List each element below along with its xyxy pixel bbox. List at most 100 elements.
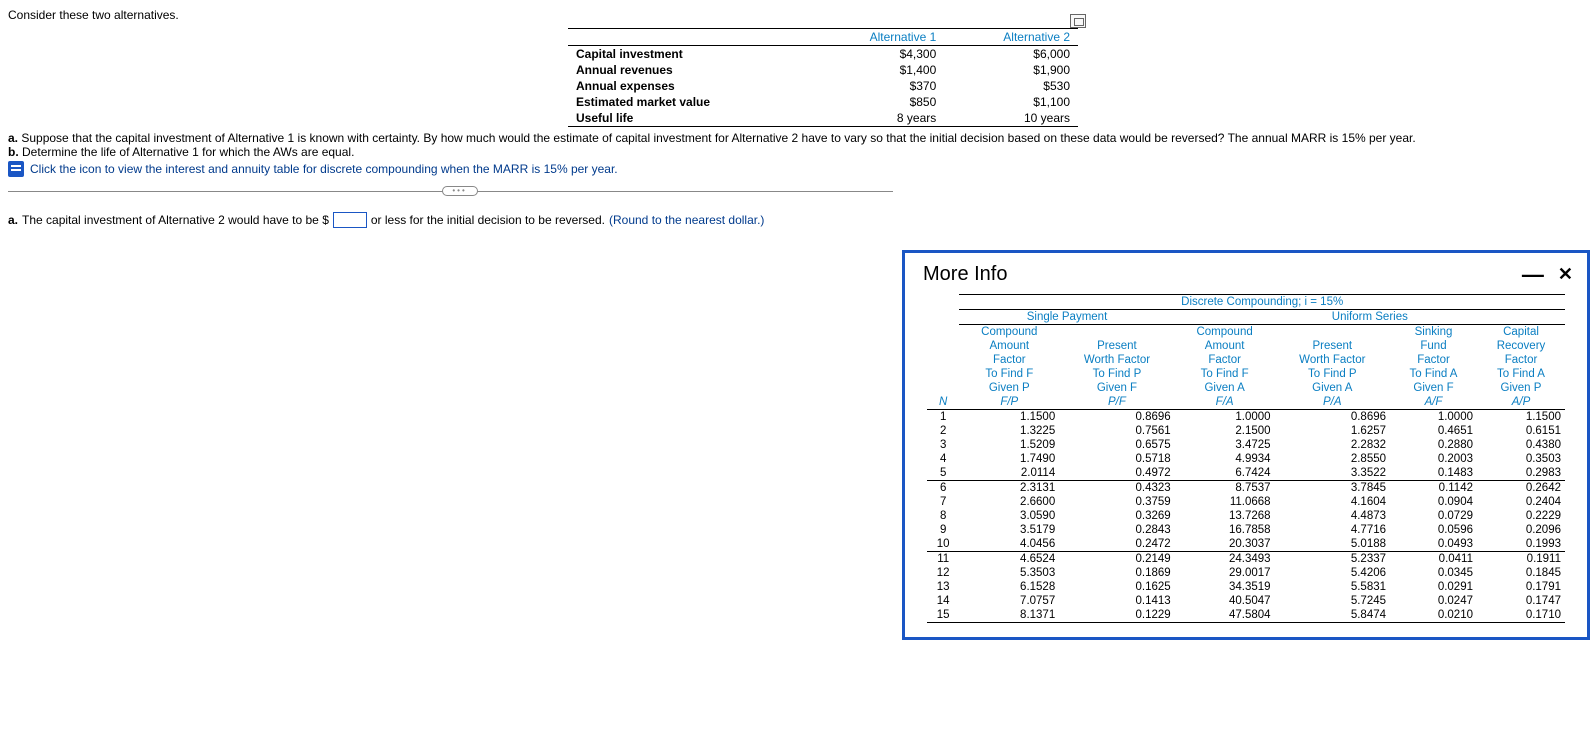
col-head: Amount [1175,339,1275,353]
col-head: Factor [1390,353,1477,367]
cell-value: 0.1845 [1477,566,1565,580]
cell-value: 11.0668 [1175,495,1275,509]
cell-value: 0.0493 [1390,537,1477,552]
col-head: Compound [959,325,1059,340]
col-head: To Find P [1275,367,1390,381]
cell-value: 0.0904 [1390,495,1477,509]
col-head: Amount [959,339,1059,353]
cell-value: 0.0210 [1390,608,1477,623]
cell-alt2: 10 years [944,110,1078,127]
cell-value: 0.5718 [1059,452,1174,466]
cell-value: 1.1500 [959,410,1059,425]
cell-value: 0.2472 [1059,537,1174,552]
row-label: Capital investment [568,46,811,63]
q-b-text: Determine the life of Alternative 1 for … [22,145,354,159]
close-icon[interactable]: ✕ [1558,264,1573,285]
cell-alt2: $6,000 [944,46,1078,63]
col-alt1: Alternative 1 [811,29,945,46]
cell-n: 7 [927,495,959,509]
cell-value: 0.3503 [1477,452,1565,466]
cell-n: 9 [927,523,959,537]
cell-value: 0.3269 [1059,509,1174,523]
cell-value: 2.0114 [959,466,1059,481]
popup-icon[interactable] [1070,14,1086,28]
cell-value: 0.2003 [1390,452,1477,466]
col-head: Compound [1175,325,1275,340]
cell-value: 29.0017 [1175,566,1275,580]
divider-handle-icon[interactable]: ••• [442,186,478,196]
cell-value: 0.8696 [1059,410,1174,425]
cell-value: 0.1993 [1477,537,1565,552]
alternatives-table-wrap: Alternative 1 Alternative 2 Capital inve… [568,28,1078,127]
section-divider: ••• [8,191,893,192]
cell-value: 0.6575 [1059,438,1174,452]
cell-value: 3.3522 [1275,466,1390,481]
group-single-payment: Single Payment [959,310,1174,325]
cell-value: 13.7268 [1175,509,1275,523]
cell-value: 47.5804 [1175,608,1275,623]
col-n: N [927,395,959,410]
group-uniform-series: Uniform Series [1175,310,1565,325]
col-head: A/F [1390,395,1477,410]
answer-a-input[interactable] [333,212,367,228]
col-head: A/P [1477,395,1565,410]
cell-n: 11 [927,552,959,567]
col-alt2: Alternative 2 [944,29,1078,46]
cell-value: 0.2149 [1059,552,1174,567]
cell-value: 1.5209 [959,438,1059,452]
cell-value: 0.2229 [1477,509,1565,523]
table-link-icon[interactable] [8,161,24,177]
cell-value: 1.7490 [959,452,1059,466]
col-head: Given A [1275,381,1390,395]
cell-value: 0.0345 [1390,566,1477,580]
cell-value: 0.1483 [1390,466,1477,481]
answer-a-text2: or less for the initial decision to be r… [371,213,605,227]
cell-value: 7.0757 [959,594,1059,608]
col-head: Present [1275,339,1390,353]
table-link-text[interactable]: Click the icon to view the interest and … [30,162,618,176]
cell-value: 0.2843 [1059,523,1174,537]
q-a-prefix: a. [8,131,18,145]
cell-n: 14 [927,594,959,608]
cell-value: 5.8474 [1275,608,1390,623]
col-head: To Find A [1390,367,1477,381]
row-label: Estimated market value [568,94,811,110]
cell-value: 0.0411 [1390,552,1477,567]
cell-alt2: $1,100 [944,94,1078,110]
cell-value: 4.0456 [959,537,1059,552]
cell-n: 15 [927,608,959,623]
row-label: Annual expenses [568,78,811,94]
cell-value: 0.0291 [1390,580,1477,594]
annuity-caption: Discrete Compounding; i = 15% [959,295,1565,310]
col-head [1275,325,1390,340]
cell-value: 5.7245 [1275,594,1390,608]
question-intro: Consider these two alternatives. [8,8,1588,22]
cell-value: 2.1500 [1175,424,1275,438]
col-head: Given F [1059,381,1174,395]
col-head [1059,325,1174,340]
q-a-text: Suppose that the capital investment of A… [21,131,1415,145]
cell-value: 0.8696 [1275,410,1390,425]
cell-value: 0.4380 [1477,438,1565,452]
cell-n: 3 [927,438,959,452]
cell-value: 5.2337 [1275,552,1390,567]
more-info-dialog: More Info — ✕ Discrete Compounding; i = … [902,250,1590,640]
col-head: To Find F [959,367,1059,381]
minimize-icon[interactable]: — [1522,272,1544,278]
cell-n: 1 [927,410,959,425]
cell-value: 8.7537 [1175,481,1275,496]
cell-value: 0.2096 [1477,523,1565,537]
cell-n: 13 [927,580,959,594]
cell-value: 5.0188 [1275,537,1390,552]
cell-value: 1.6257 [1275,424,1390,438]
cell-value: 0.0729 [1390,509,1477,523]
cell-value: 3.4725 [1175,438,1275,452]
col-head: Worth Factor [1059,353,1174,367]
cell-value: 6.1528 [959,580,1059,594]
cell-value: 0.7561 [1059,424,1174,438]
cell-value: 16.7858 [1175,523,1275,537]
cell-alt1: $850 [811,94,945,110]
cell-alt2: $1,900 [944,62,1078,78]
row-label: Annual revenues [568,62,811,78]
cell-value: 2.8550 [1275,452,1390,466]
